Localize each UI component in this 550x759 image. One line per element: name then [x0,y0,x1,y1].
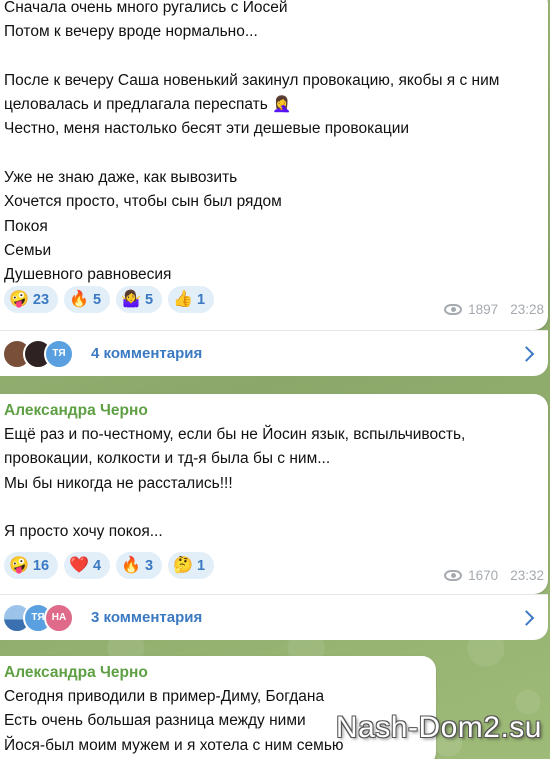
watermark: Nash-Dom2.su [335,711,542,744]
message-1[interactable]: Сначала очень много ругались с Йосей Пот… [0,0,548,330]
message-author[interactable]: Александра Черно [0,394,548,420]
reaction-count: 1 [196,557,206,574]
message-1-reactions: 🤪 23 🔥 5 🤷‍♀️ 5 👍 1 [4,286,215,313]
chevron-right-icon [518,345,535,362]
views-eye-icon [444,304,463,315]
reaction-count: 23 [32,291,50,308]
zany-face-icon: 🤪 [9,556,29,574]
message-time: 23:32 [510,568,544,583]
message-1-meta: 1897 23:28 [444,302,544,317]
message-2-text: Ещё раз и по-честному, если бы не Йосин … [4,426,466,541]
comments-count-link[interactable]: 4 комментария [91,345,202,362]
reaction-count: 5 [92,291,102,308]
reaction-fire-button[interactable]: 🔥 3 [116,552,163,579]
views-count: 1897 [468,302,499,317]
shrug-icon: 🤷‍♀️ [121,290,141,308]
commenter-avatars: ТЯ НА [2,602,74,633]
reaction-heart-button[interactable]: ❤️ 4 [64,552,111,579]
message-time: 23:28 [510,302,544,317]
message-2[interactable]: Александра Черно Ещё раз и по-честному, … [0,394,548,594]
message-2-reactions: 🤪 16 ❤️ 4 🔥 3 🤔 1 [4,552,215,579]
message-author[interactable]: Александра Черно [0,656,436,682]
reaction-thinking-button[interactable]: 🤔 1 [168,552,215,579]
heart-icon: ❤️ [69,556,89,574]
reaction-count: 1 [196,291,206,308]
thumbs-up-icon: 👍 [173,290,193,308]
message-1-text: Сначала очень много ругались с Йосей Пот… [4,0,500,284]
fire-icon: 🔥 [121,556,141,574]
comments-bar-1[interactable]: ТЯ 4 комментария [0,330,548,376]
avatar: НА [44,602,74,633]
reaction-fire-button[interactable]: 🔥 5 [64,286,111,313]
thinking-face-icon: 🤔 [173,556,193,574]
reaction-laugh-button[interactable]: 🤪 16 [4,552,59,579]
reaction-count: 3 [144,557,154,574]
reaction-shrug-button[interactable]: 🤷‍♀️ 5 [116,286,163,313]
reaction-count: 4 [92,557,102,574]
fire-icon: 🔥 [69,290,89,308]
comments-bar-2[interactable]: ТЯ НА 3 комментария [0,594,548,640]
reaction-laugh-button[interactable]: 🤪 23 [4,286,59,313]
avatar: ТЯ [44,338,74,369]
reaction-count: 5 [144,291,154,308]
views-count: 1670 [468,568,499,583]
reaction-thumbs-up-button[interactable]: 👍 1 [168,286,215,313]
views-eye-icon [444,570,463,581]
chevron-right-icon [518,609,535,626]
reaction-count: 16 [32,557,50,574]
message-2-meta: 1670 23:32 [444,568,544,583]
zany-face-icon: 🤪 [9,290,29,308]
comments-count-link[interactable]: 3 комментария [91,609,202,626]
commenter-avatars: ТЯ [2,338,74,369]
